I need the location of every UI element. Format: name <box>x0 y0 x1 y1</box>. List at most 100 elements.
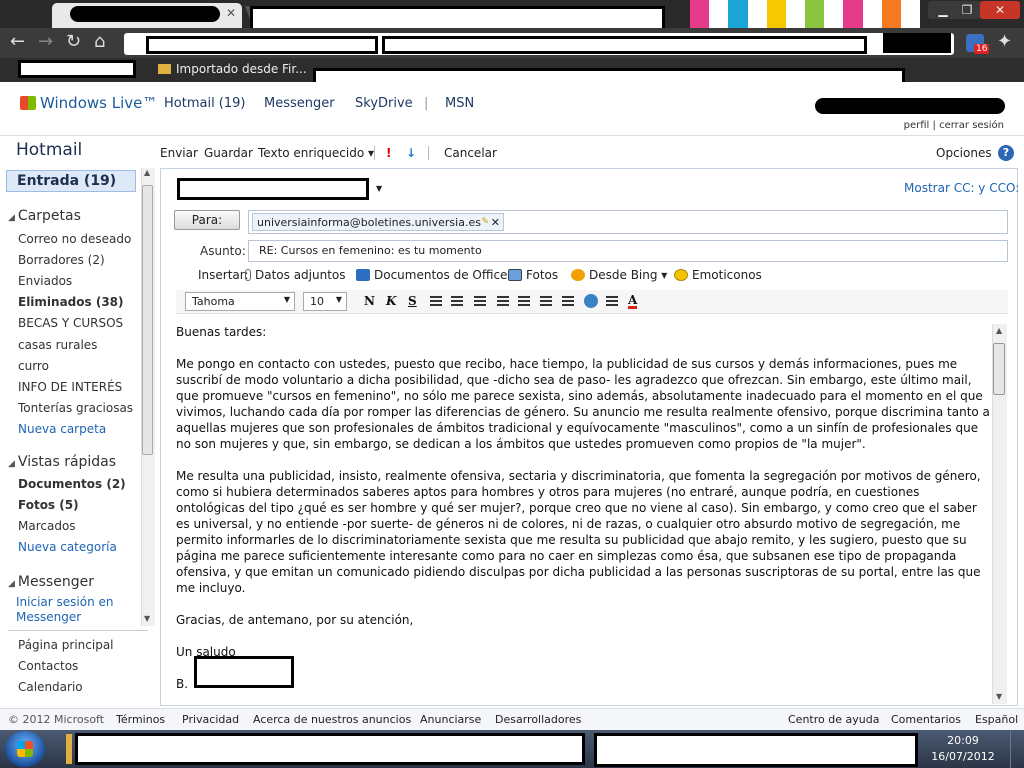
message-body[interactable]: Buenas tardes: Me pongo en contacto con … <box>176 324 990 699</box>
align-center-icon[interactable] <box>451 296 463 306</box>
footer-link-advertise[interactable]: Anunciarse <box>420 713 481 726</box>
messenger-signin-link-line1[interactable]: Iniciar sesión en <box>16 595 113 609</box>
send-button[interactable]: Enviar <box>160 146 198 160</box>
collapse-triangle-icon: ◢ <box>8 213 15 223</box>
messenger-header[interactable]: ◢ Messenger <box>8 574 94 590</box>
window-maximize-button[interactable]: ❐ <box>952 1 982 19</box>
bing-icon <box>571 269 585 281</box>
bookmark-folder-imported[interactable]: Importado desde Fir... <box>158 62 307 76</box>
align-right-icon[interactable] <box>474 296 486 306</box>
messenger-signin-link-line2[interactable]: Messenger <box>16 610 81 624</box>
font-family-select[interactable]: Tahoma ▼ <box>185 292 295 311</box>
clock-time: 20:09 <box>947 734 979 747</box>
nav-msn[interactable]: MSN <box>445 96 474 111</box>
sidebar-scroll-thumb[interactable] <box>142 185 153 455</box>
help-icon[interactable]: ? <box>998 145 1014 161</box>
sidebar-item-folder-1[interactable]: Borradores (2) <box>18 253 105 267</box>
footer-link-feedback[interactable]: Comentarios <box>891 713 961 726</box>
footer-link-developers[interactable]: Desarrolladores <box>495 713 581 726</box>
font-size-select[interactable]: 10 ▼ <box>303 292 347 311</box>
italic-button[interactable]: K <box>386 294 396 308</box>
start-button[interactable] <box>5 731 45 767</box>
recipient-chip[interactable]: universiainforma@boletines.universia.es … <box>252 213 504 231</box>
numbered-list-icon[interactable] <box>497 296 509 306</box>
sidebar-item-folder-2[interactable]: Enviados <box>18 274 72 288</box>
sidebar-item-contacts[interactable]: Contactos <box>18 659 78 673</box>
taskbar-clock[interactable]: 20:09 16/07/2012 <box>928 733 998 765</box>
windows-live-logo[interactable]: Windows Live™ <box>20 94 157 112</box>
forward-arrow-icon[interactable]: → <box>38 32 53 52</box>
footer-link-language[interactable]: Español <box>975 713 1018 726</box>
insert-from-bing[interactable]: Desde Bing ▾ <box>571 268 667 282</box>
insert-emoticons[interactable]: Emoticonos <box>674 268 762 282</box>
folders-header[interactable]: ◢ Carpetas <box>8 208 81 224</box>
save-button[interactable]: Guardar <box>204 146 253 160</box>
options-button[interactable]: Opciones <box>936 146 992 160</box>
sidebar-item-home[interactable]: Página principal <box>18 638 114 652</box>
footer-link-terms[interactable]: Términos <box>116 713 165 726</box>
home-icon[interactable]: ⌂ <box>94 32 105 52</box>
scroll-up-arrow-icon[interactable]: ▲ <box>996 326 1002 335</box>
footer-link-privacy[interactable]: Privacidad <box>182 713 239 726</box>
sidebar-title[interactable]: Hotmail <box>16 140 82 160</box>
underline-button[interactable]: S <box>408 294 417 308</box>
bullet-list-icon[interactable] <box>518 296 530 306</box>
sidebar-item-quickview-3[interactable]: Nueva categoría <box>18 540 117 554</box>
tab-close-icon[interactable]: ✕ <box>226 6 236 20</box>
edit-pencil-icon[interactable]: ✎ <box>481 215 489 230</box>
sidebar-item-folder-4[interactable]: BECAS Y CURSOS <box>18 316 123 330</box>
quick-views-header[interactable]: ◢ Vistas rápidas <box>8 454 116 470</box>
footer-link-ads[interactable]: Acerca de nuestros anuncios <box>253 713 411 726</box>
sidebar-item-quickview-1[interactable]: Fotos (5) <box>18 498 79 512</box>
nav-skydrive[interactable]: SkyDrive <box>355 96 413 111</box>
footer-link-help-center[interactable]: Centro de ayuda <box>788 713 879 726</box>
back-arrow-icon[interactable]: ← <box>10 32 25 52</box>
profile-link[interactable]: perfil <box>904 120 930 131</box>
sidebar-item-quickview-0[interactable]: Documentos (2) <box>18 477 126 491</box>
body-paragraph-1: Me pongo en contacto con ustedes, puesto… <box>176 357 990 451</box>
rich-text-dropdown[interactable]: Texto enriquecido ▾ <box>258 146 374 160</box>
sidebar-item-quickview-2[interactable]: Marcados <box>18 519 76 533</box>
sidebar-item-folder-9[interactable]: Nueva carpeta <box>18 422 106 436</box>
from-dropdown-arrow-icon[interactable]: ▼ <box>376 184 382 193</box>
windows-flag-icon <box>20 96 36 110</box>
increase-indent-icon[interactable] <box>562 296 574 306</box>
show-cc-bcc-link[interactable]: Mostrar CC: y CCO: <box>904 181 1019 195</box>
body-scroll-thumb[interactable] <box>993 343 1005 395</box>
sidebar-item-folder-7[interactable]: INFO DE INTERÉS <box>18 380 122 394</box>
low-priority-icon[interactable]: ↓ <box>406 146 416 160</box>
align-left-icon[interactable] <box>430 296 442 306</box>
sidebar-item-inbox[interactable]: Entrada (19) <box>6 170 136 192</box>
window-close-button[interactable]: ✕ <box>980 1 1020 19</box>
show-desktop-button[interactable] <box>1010 730 1024 768</box>
nav-hotmail[interactable]: Hotmail (19) <box>164 96 246 111</box>
decrease-indent-icon[interactable] <box>540 296 552 306</box>
signout-link[interactable]: cerrar sesión <box>939 120 1004 131</box>
scroll-up-arrow-icon[interactable]: ▲ <box>144 168 150 177</box>
high-priority-icon[interactable]: ! <box>386 146 391 160</box>
wrench-icon[interactable]: ✦ <box>997 32 1012 52</box>
subject-field[interactable]: RE: Cursos en femenino: es tu momento <box>248 240 1008 262</box>
insert-link-icon[interactable] <box>584 294 598 308</box>
scroll-down-arrow-icon[interactable]: ▼ <box>996 692 1002 701</box>
insert-attachments[interactable]: Datos adjuntos <box>245 268 346 282</box>
bold-button[interactable]: N <box>364 294 375 308</box>
remove-recipient-icon[interactable]: ✕ <box>491 215 500 230</box>
nav-messenger[interactable]: Messenger <box>264 96 335 111</box>
sidebar-item-folder-3[interactable]: Eliminados (38) <box>18 295 124 309</box>
insert-office-docs[interactable]: Documentos de Office <box>356 268 507 282</box>
reload-icon[interactable]: ↻ <box>66 32 81 52</box>
sidebar-item-folder-6[interactable]: curro <box>18 359 49 373</box>
font-color-button[interactable]: A <box>628 294 638 309</box>
cancel-button[interactable]: Cancelar <box>444 146 497 160</box>
scroll-down-arrow-icon[interactable]: ▼ <box>144 614 150 623</box>
sidebar-item-folder-0[interactable]: Correo no deseado <box>18 232 131 246</box>
sidebar-item-calendar[interactable]: Calendario <box>18 680 83 694</box>
highlight-icon[interactable] <box>606 296 618 306</box>
sidebar-item-folder-5[interactable]: casas rurales <box>18 338 97 352</box>
sidebar-item-folder-8[interactable]: Tonterías graciosas <box>18 401 133 415</box>
taskbar-folder-icon[interactable] <box>66 734 72 764</box>
insert-photos[interactable]: Fotos <box>508 268 558 282</box>
to-button[interactable]: Para: <box>174 210 240 230</box>
recipient-address: universiainforma@boletines.universia.es <box>257 216 481 229</box>
